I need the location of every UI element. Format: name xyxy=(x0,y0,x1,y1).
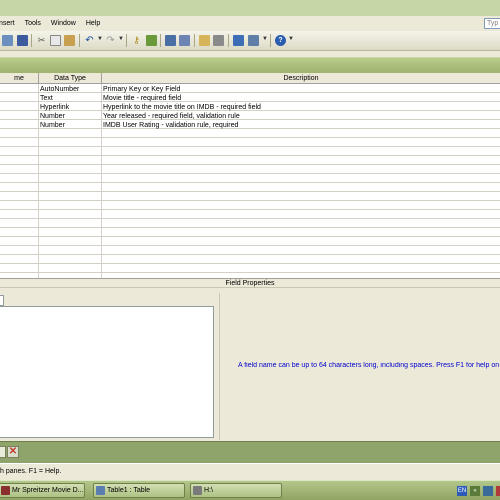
table-row[interactable]: Number Year released - required field, v… xyxy=(0,112,500,121)
taskbar-button-table[interactable]: Table1 : Table xyxy=(93,483,185,498)
menu-bar: nsert Tools Window Help xyxy=(0,16,500,31)
taskbar-label: H:\ xyxy=(204,487,213,494)
grid-header: me Data Type Description xyxy=(0,73,500,84)
table-row[interactable]: Hyperlink Hyperlink to the movie title o… xyxy=(0,103,500,112)
menu-tools[interactable]: Tools xyxy=(20,20,46,27)
primary-key-icon[interactable]: ⚷ xyxy=(130,34,143,47)
table-icon xyxy=(96,486,105,495)
description-cell[interactable]: IMDB User Rating - validation rule, requ… xyxy=(103,121,238,130)
cut-icon[interactable]: ✂ xyxy=(35,34,48,47)
delete-rows-icon[interactable] xyxy=(178,34,191,47)
security-icon[interactable] xyxy=(496,485,500,496)
column-header-field-name[interactable]: me xyxy=(0,73,39,84)
menu-help[interactable]: Help xyxy=(81,20,105,27)
table-window-title-bar xyxy=(0,57,500,73)
chevron-down-icon[interactable]: ▼ xyxy=(118,36,124,42)
field-properties-header: Field Properties xyxy=(0,278,500,288)
design-grid: me Data Type Description AutoNumber Prim… xyxy=(0,73,500,278)
taskbar-label: Mr Spreitzer Movie D... xyxy=(12,487,84,494)
tab-general[interactable] xyxy=(0,295,4,306)
data-type-cell[interactable]: Number xyxy=(40,112,65,121)
bottom-pane-bar xyxy=(0,441,500,463)
field-properties-hint: A field name can be up to 64 characters … xyxy=(238,362,500,369)
taskbar-button-database[interactable]: Mr Spreitzer Movie D... xyxy=(0,483,85,498)
indexes-icon[interactable] xyxy=(145,34,158,47)
description-cell[interactable]: Primary Key or Key Field xyxy=(103,85,180,94)
menu-insert[interactable]: nsert xyxy=(0,20,20,27)
table-row[interactable]: AutoNumber Primary Key or Key Field xyxy=(0,85,500,94)
toolbar-separator xyxy=(126,34,127,47)
language-icon[interactable]: EN xyxy=(457,485,467,496)
description-cell[interactable]: Movie title - required field xyxy=(103,94,181,103)
toolbar-separator xyxy=(228,34,229,47)
properties-icon[interactable] xyxy=(198,34,211,47)
system-tray: EN « xyxy=(457,483,500,498)
status-text: h panes. F1 = Help. xyxy=(0,468,62,475)
redo-icon[interactable]: ↷ xyxy=(104,34,117,47)
field-properties-sheet[interactable] xyxy=(0,306,214,438)
new-object-icon[interactable] xyxy=(247,34,260,47)
view-icon[interactable] xyxy=(1,34,14,47)
paste-icon[interactable] xyxy=(63,34,76,47)
chevron-down-icon[interactable]: ▼ xyxy=(288,36,294,42)
tray-expand-icon[interactable]: « xyxy=(470,485,480,496)
title-bar xyxy=(0,0,500,16)
description-cell[interactable]: Year released - required field, validati… xyxy=(103,112,240,121)
toolbar-separator xyxy=(79,34,80,47)
chevron-down-icon[interactable]: ▼ xyxy=(262,36,268,42)
ask-question-input[interactable]: Typ xyxy=(484,18,500,29)
taskbar-label: Table1 : Table xyxy=(107,487,151,494)
description-cell[interactable]: Hyperlink to the movie title on IMDB - r… xyxy=(103,103,261,112)
data-type-cell[interactable]: Number xyxy=(40,121,65,130)
database-window-icon[interactable] xyxy=(232,34,245,47)
network-icon[interactable] xyxy=(483,485,493,496)
close-button[interactable]: ✕ xyxy=(7,446,19,458)
access-icon xyxy=(1,486,10,495)
save-icon[interactable] xyxy=(16,34,29,47)
drive-icon xyxy=(193,486,202,495)
table-row[interactable]: Text Movie title - required field xyxy=(0,94,500,103)
status-bar xyxy=(0,463,500,480)
data-type-cell[interactable]: Text xyxy=(40,94,53,103)
chevron-down-icon[interactable]: ▼ xyxy=(97,36,103,42)
pane-divider xyxy=(219,293,220,440)
toolbar-separator xyxy=(31,34,32,47)
pane-button[interactable] xyxy=(0,446,6,458)
menu-window[interactable]: Window xyxy=(46,20,81,27)
table-row[interactable]: Number IMDB User Rating - validation rul… xyxy=(0,121,500,130)
data-type-cell[interactable]: AutoNumber xyxy=(40,85,79,94)
help-icon[interactable]: ? xyxy=(274,34,287,47)
column-header-description[interactable]: Description xyxy=(102,73,500,84)
undo-icon[interactable]: ↶ xyxy=(83,34,96,47)
copy-icon[interactable] xyxy=(49,34,62,47)
taskbar-button-drive[interactable]: H:\ xyxy=(190,483,282,498)
insert-rows-icon[interactable] xyxy=(164,34,177,47)
column-header-data-type[interactable]: Data Type xyxy=(39,73,102,84)
toolbar-separator xyxy=(160,34,161,47)
close-icon: ✕ xyxy=(8,446,18,457)
toolbar-separator xyxy=(270,34,271,47)
build-icon[interactable] xyxy=(212,34,225,47)
data-type-cell[interactable]: Hyperlink xyxy=(40,103,69,112)
toolbar-separator xyxy=(194,34,195,47)
